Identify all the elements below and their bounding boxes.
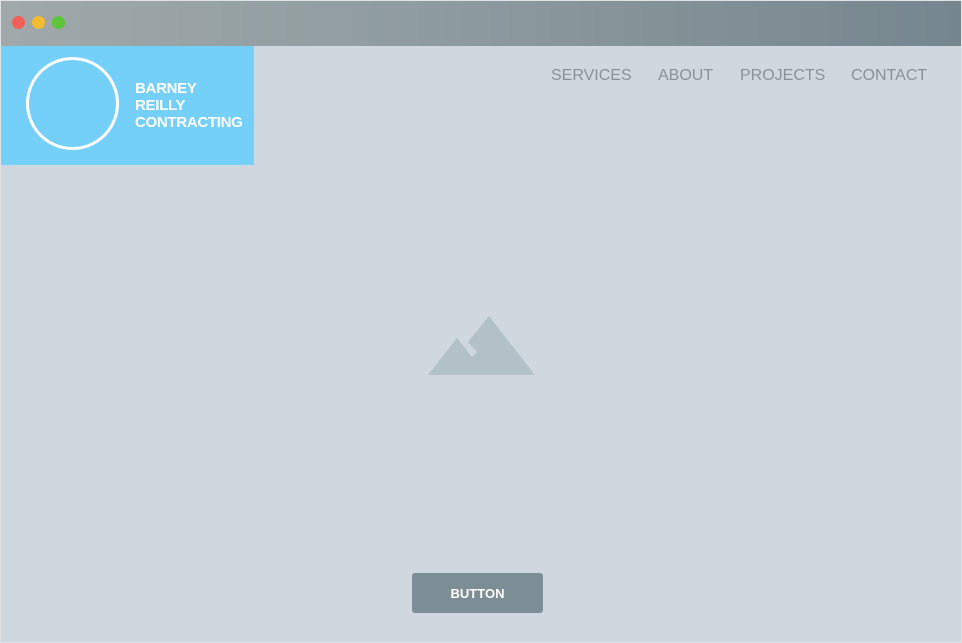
logo-line-2: REILLY <box>135 97 186 114</box>
zoom-window-button[interactable] <box>52 16 65 29</box>
nav-item-about[interactable]: ABOUT <box>658 67 713 85</box>
logo-line-3: CONTRACTING <box>135 114 243 131</box>
close-window-button[interactable] <box>12 16 25 29</box>
nav-item-contact[interactable]: CONTACT <box>851 67 927 85</box>
minimize-window-button[interactable] <box>32 16 45 29</box>
logo[interactable]: BARNEY REILLY CONTRACTING <box>1 46 254 165</box>
mountain-image-placeholder-icon <box>428 316 535 375</box>
logo-text: BARNEY REILLY CONTRACTING <box>135 80 243 131</box>
title-bar <box>1 1 961 46</box>
nav-item-projects[interactable]: PROJECTS <box>740 67 825 85</box>
main-nav: SERVICES ABOUT PROJECTS CONTACT <box>1 67 961 87</box>
page-content: BARNEY REILLY CONTRACTING SERVICES ABOUT… <box>1 46 961 642</box>
nav-item-services[interactable]: SERVICES <box>551 67 632 85</box>
browser-window: BARNEY REILLY CONTRACTING SERVICES ABOUT… <box>0 0 962 643</box>
cta-button[interactable]: BUTTON <box>412 573 543 613</box>
